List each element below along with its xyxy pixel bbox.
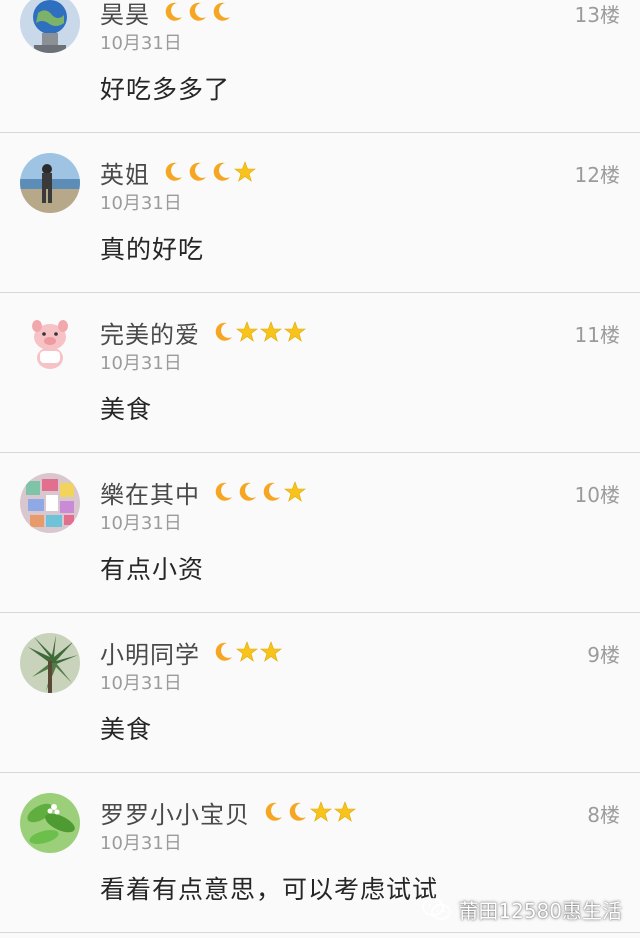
nickname[interactable]: 完美的爱 xyxy=(100,315,200,350)
comment-text: 美食 xyxy=(100,715,153,744)
watermark: 莆田12580惠生活 xyxy=(422,895,622,924)
comment-item: 完美的爱 10月31日 11楼 美食 xyxy=(0,293,640,453)
comment-date: 10月31日 xyxy=(100,673,182,694)
comment-item: 小明同学 10月31日 9楼 美食 xyxy=(0,613,640,773)
level-badges xyxy=(262,801,356,823)
nickname[interactable]: 罗罗小小宝贝 xyxy=(100,795,250,830)
comment-text: 看着有点意思，可以考虑试试 xyxy=(100,875,439,904)
floor-number: 10楼 xyxy=(574,483,620,507)
avatar[interactable] xyxy=(20,473,80,533)
avatar[interactable] xyxy=(20,0,80,53)
nickname[interactable]: 小明同学 xyxy=(100,635,200,670)
star-icon xyxy=(260,641,282,663)
floor-number: 12楼 xyxy=(574,163,620,187)
floor-number: 13楼 xyxy=(574,3,620,27)
star-icon xyxy=(234,161,256,183)
moon-icon xyxy=(210,161,232,183)
moon-icon xyxy=(186,1,208,23)
comment-item: 樂在其中 10月31日 10楼 有点小资 xyxy=(0,453,640,613)
level-badges xyxy=(212,321,306,343)
level-badges xyxy=(162,1,232,23)
comment-list: 昊昊 10月31日 13楼 好吃多多了 英姐 10月31日 12楼 真的好吃 完… xyxy=(0,0,640,933)
comment-date: 10月31日 xyxy=(100,33,182,54)
watermark-text: 莆田12580惠生活 xyxy=(458,899,622,923)
level-badges xyxy=(162,161,256,183)
floor-number: 9楼 xyxy=(587,643,620,667)
moon-icon xyxy=(162,1,184,23)
avatar[interactable] xyxy=(20,313,80,373)
moon-icon xyxy=(212,481,234,503)
moon-icon xyxy=(212,641,234,663)
comment-item: 昊昊 10月31日 13楼 好吃多多了 xyxy=(0,0,640,133)
comment-item: 英姐 10月31日 12楼 真的好吃 xyxy=(0,133,640,293)
star-icon xyxy=(236,321,258,343)
avatar[interactable] xyxy=(20,633,80,693)
moon-icon xyxy=(162,161,184,183)
comment-text: 好吃多多了 xyxy=(100,75,231,104)
comment-text: 真的好吃 xyxy=(100,235,205,264)
moon-icon xyxy=(286,801,308,823)
comment-text: 有点小资 xyxy=(100,555,205,584)
star-icon xyxy=(284,321,306,343)
avatar[interactable] xyxy=(20,153,80,213)
moon-icon xyxy=(210,1,232,23)
avatar[interactable] xyxy=(20,793,80,853)
star-icon xyxy=(284,481,306,503)
star-icon xyxy=(334,801,356,823)
level-badges xyxy=(212,641,282,663)
moon-icon xyxy=(212,321,234,343)
comment-text: 美食 xyxy=(100,395,153,424)
moon-icon xyxy=(236,481,258,503)
star-icon xyxy=(260,321,282,343)
moon-icon xyxy=(186,161,208,183)
level-badges xyxy=(212,481,306,503)
wechat-icon xyxy=(422,897,452,923)
comment-date: 10月31日 xyxy=(100,513,182,534)
comment-date: 10月31日 xyxy=(100,353,182,374)
star-icon xyxy=(310,801,332,823)
nickname[interactable]: 英姐 xyxy=(100,155,150,190)
floor-number: 8楼 xyxy=(587,803,620,827)
comment-date: 10月31日 xyxy=(100,193,182,214)
moon-icon xyxy=(262,801,284,823)
comment-date: 10月31日 xyxy=(100,833,182,854)
star-icon xyxy=(236,641,258,663)
floor-number: 11楼 xyxy=(574,323,620,347)
nickname[interactable]: 昊昊 xyxy=(100,0,150,30)
moon-icon xyxy=(260,481,282,503)
nickname[interactable]: 樂在其中 xyxy=(100,475,200,510)
